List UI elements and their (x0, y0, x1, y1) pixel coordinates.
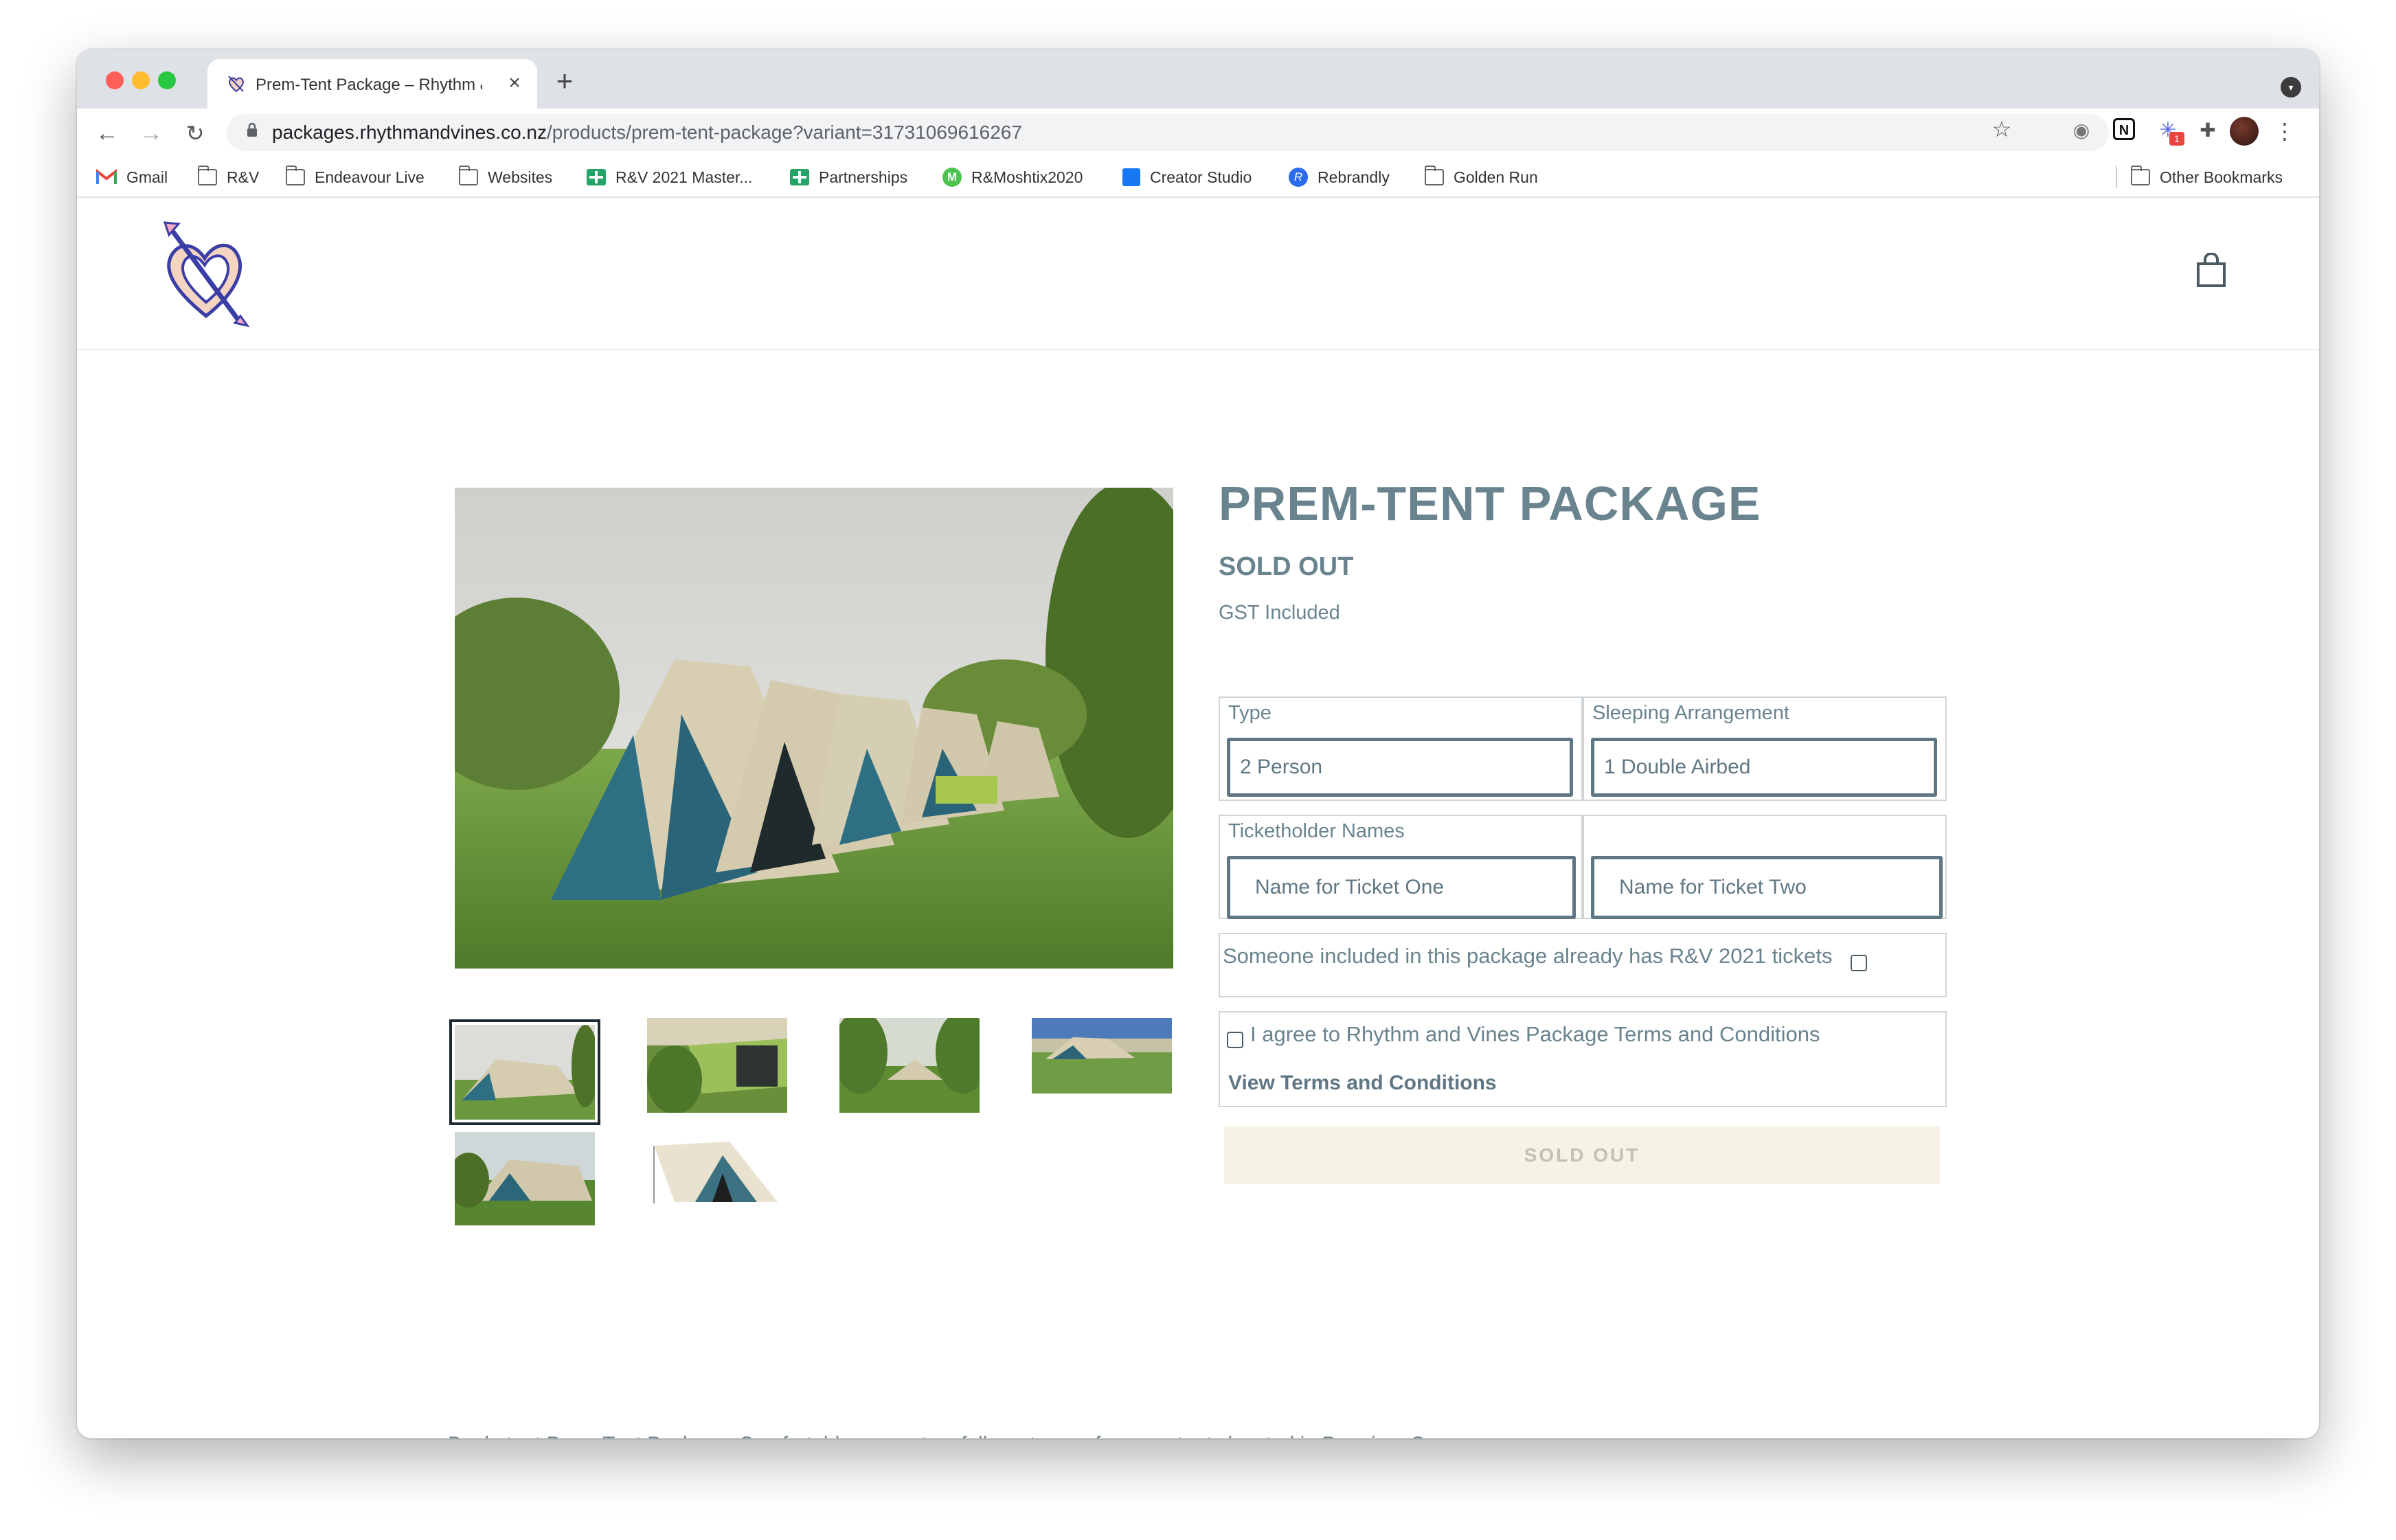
sheets-icon (790, 169, 809, 185)
folder-icon (286, 166, 305, 185)
bookmark-label: Endeavour Live (315, 168, 425, 186)
reload-icon[interactable]: ↻ (180, 118, 210, 148)
site-header (77, 198, 2319, 350)
bookmark-rebrandly[interactable]: R Rebrandly (1289, 165, 1390, 190)
bookmark-label: R&V 2021 Master... (615, 168, 753, 186)
bookmarks-divider (2116, 166, 2117, 188)
bookmark-creator-studio[interactable]: Creator Studio (1122, 165, 1252, 190)
bookmark-label: R&V (227, 168, 260, 186)
ticketholder-box-one: Ticketholder Names Name for Ticket One (1219, 815, 1583, 919)
close-window-button[interactable] (106, 71, 124, 89)
type-select[interactable]: 2 Person (1227, 738, 1573, 797)
tab-title: Prem-Tent Package – Rhythm & Vines (256, 76, 482, 94)
browser-toolbar: ← → ↻ packages.rhythmandvines.co.nz/prod… (77, 109, 2319, 157)
calendar-icon (1122, 168, 1140, 186)
folder-icon (1425, 166, 1444, 185)
ticketholder-box-two: Name for Ticket Two (1583, 815, 1947, 919)
type-label: Type (1228, 702, 1272, 724)
sleeping-select[interactable]: 1 Double Airbed (1591, 738, 1937, 797)
agree-terms-label: I agree to Rhythm and Vines Package Term… (1250, 1022, 1820, 1046)
bookmark-gmail[interactable]: Gmail (96, 165, 168, 190)
bookmark-rmoshtix[interactable]: M R&Moshtix2020 (942, 165, 1083, 190)
product-thumbnail-6[interactable] (647, 1132, 787, 1208)
product-title: PREM-TENT PACKAGE (1219, 477, 1761, 530)
tab-search-icon[interactable]: ▾ (2281, 77, 2301, 98)
url-path: /products/prem-tent-package?variant=3173… (547, 122, 1022, 143)
bookmark-star-icon[interactable]: ☆ (1988, 115, 2015, 143)
bookmark-label: Partnerships (819, 168, 908, 186)
address-bar[interactable]: packages.rhythmandvines.co.nz/products/p… (227, 114, 2109, 151)
moshtix-icon: M (942, 168, 962, 187)
product-main-image[interactable] (455, 488, 1173, 969)
already-has-tickets-row: Someone included in this package already… (1219, 933, 1947, 997)
already-has-tickets-checkbox[interactable] (1851, 955, 1867, 971)
camera-extension-icon[interactable]: ◉ (2069, 118, 2094, 143)
product-thumbnail-4[interactable] (1032, 1018, 1172, 1094)
minimize-window-button[interactable] (132, 71, 150, 89)
rebrandly-icon: R (1289, 168, 1308, 187)
product-status: SOLD OUT (1219, 552, 1354, 581)
bookmark-label: Golden Run (1454, 168, 1538, 186)
product-thumbnail-5[interactable] (455, 1132, 595, 1225)
profile-avatar[interactable] (2230, 117, 2259, 146)
agree-terms-checkbox[interactable] (1227, 1032, 1243, 1048)
ticketholder-label: Ticketholder Names (1228, 820, 1405, 842)
type-option-box: Type 2 Person (1219, 697, 1583, 801)
folder-icon (2131, 166, 2150, 185)
bookmark-partnerships[interactable]: Partnerships (790, 165, 907, 190)
url-host: packages.rhythmandvines.co.nz (272, 122, 547, 143)
zoom-window-button[interactable] (158, 71, 176, 89)
lock-icon[interactable] (242, 122, 262, 143)
extension-badge: 1 (2169, 132, 2184, 146)
product-thumbnail-3[interactable] (839, 1018, 980, 1113)
puzzle-extensions-icon[interactable]: ✚ (2195, 118, 2220, 143)
bookmark-label: Other Bookmarks (2160, 168, 2283, 186)
web-page: PREM-TENT PACKAGE SOLD OUT GST Included … (77, 198, 2319, 1438)
tab-strip: Prem-Tent Package – Rhythm & Vines × + ▾ (77, 49, 2319, 109)
ticket-two-name-input[interactable]: Name for Ticket Two (1591, 856, 1943, 919)
bookmarks-bar: Gmail R&V Endeavour Live Websites R&V 20… (77, 157, 2319, 198)
already-has-tickets-label: Someone included in this package already… (1223, 944, 1833, 968)
back-icon[interactable]: ← (92, 118, 122, 148)
bookmark-endeavour-live[interactable]: Endeavour Live (286, 165, 425, 190)
ticket-one-name-input[interactable]: Name for Ticket One (1227, 856, 1576, 919)
sleeping-option-box: Sleeping Arrangement 1 Double Airbed (1583, 697, 1947, 801)
folder-icon (459, 166, 478, 185)
new-tab-button[interactable]: + (551, 67, 578, 95)
product-description: Bookatent Prem-Tent Package. Comfortable… (448, 1433, 1471, 1438)
bookmark-other-bookmarks[interactable]: Other Bookmarks (2131, 165, 2283, 190)
cart-icon[interactable] (2195, 253, 2227, 288)
product-thumbnail-2[interactable] (647, 1018, 787, 1113)
bookmark-rv[interactable]: R&V (198, 165, 259, 190)
gst-note: GST Included (1219, 602, 1340, 624)
rhythm-and-vines-logo[interactable] (158, 220, 251, 330)
sleeping-label: Sleeping Arrangement (1592, 702, 1789, 724)
site-favicon-icon (228, 76, 244, 93)
sold-out-button[interactable]: SOLD OUT (1224, 1126, 1940, 1184)
view-terms-link[interactable]: View Terms and Conditions (1228, 1072, 1497, 1095)
bookmark-label: Gmail (126, 168, 168, 186)
forward-icon[interactable]: → (136, 118, 166, 148)
active-tab[interactable]: Prem-Tent Package – Rhythm & Vines × (207, 59, 537, 109)
bookmark-label: Creator Studio (1150, 168, 1252, 186)
gmail-icon (96, 169, 117, 184)
sheets-icon (587, 169, 606, 185)
product-thumbnail-1[interactable] (449, 1019, 600, 1125)
url-text[interactable]: packages.rhythmandvines.co.nz/products/p… (272, 120, 1022, 146)
notion-extension-icon[interactable]: N (2113, 118, 2135, 140)
bookmark-label: Websites (488, 168, 553, 186)
folder-icon (198, 166, 217, 185)
bookmark-label: R&Moshtix2020 (971, 168, 1083, 186)
bookmark-golden-run[interactable]: Golden Run (1425, 165, 1538, 190)
tab-close-icon[interactable]: × (503, 71, 526, 95)
more-menu-icon[interactable]: ⋮ (2274, 117, 2296, 146)
terms-agreement-box: I agree to Rhythm and Vines Package Term… (1219, 1011, 1947, 1107)
browser-window: Prem-Tent Package – Rhythm & Vines × + ▾… (77, 49, 2319, 1438)
bookmark-label: Rebrandly (1318, 168, 1390, 186)
bookmark-rv-2021-master[interactable]: R&V 2021 Master... (587, 165, 752, 190)
bookmark-websites[interactable]: Websites (459, 165, 552, 190)
